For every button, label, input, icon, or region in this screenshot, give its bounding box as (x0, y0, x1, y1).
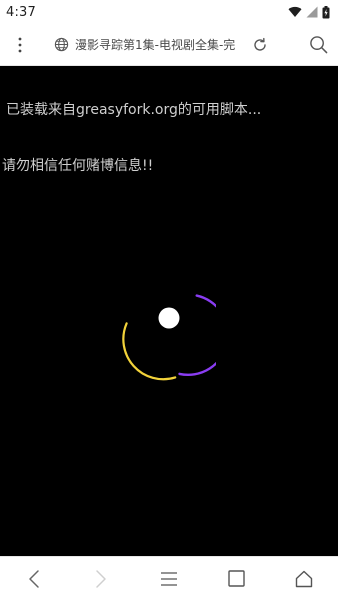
more-vertical-icon (18, 37, 22, 52)
menu-lines-icon (160, 571, 177, 586)
status-time: 4:37 (6, 4, 36, 20)
home-icon (295, 570, 313, 587)
loading-spinner (122, 294, 216, 381)
globe-icon (54, 37, 69, 52)
loader-purple-arc (178, 294, 216, 376)
tabs-square-icon (228, 570, 245, 587)
status-bar: 4:37 (0, 0, 338, 24)
battery-charging-icon (322, 5, 330, 18)
address-bar[interactable]: 漫影寻踪第1集-电视剧全集-完 (46, 29, 274, 60)
menu-button[interactable] (149, 559, 189, 599)
reload-icon[interactable] (252, 37, 268, 53)
loader-dot (158, 307, 180, 329)
status-icons (288, 5, 330, 19)
signal-icon (306, 6, 318, 18)
forward-button[interactable] (81, 559, 121, 599)
browser-toolbar: 漫影寻踪第1集-电视剧全集-完 (0, 24, 338, 66)
home-button[interactable] (284, 559, 324, 599)
loader-yellow-arc (122, 322, 177, 381)
search-icon (309, 36, 327, 54)
page-content: 已装载来自greasyfork.org的可用脚本... 请勿相信任何赌博信息!! (0, 67, 338, 556)
forward-icon (96, 569, 107, 588)
bottom-navigation (0, 556, 338, 600)
browser-screen: 4:37 漫影寻踪第1集-电视剧全集-完 已装载来自greasyfork.org… (0, 0, 338, 600)
script-loaded-message: 已装载来自greasyfork.org的可用脚本... (6, 102, 262, 118)
gambling-warning-message: 请勿相信任何赌博信息!! (2, 158, 154, 174)
more-menu-button[interactable] (0, 24, 40, 66)
page-title: 漫影寻踪第1集-电视剧全集-完 (75, 38, 236, 52)
back-icon (29, 569, 39, 588)
back-button[interactable] (14, 559, 54, 599)
wifi-icon (288, 6, 302, 18)
tabs-button[interactable] (217, 559, 257, 599)
search-button[interactable] (298, 24, 338, 66)
